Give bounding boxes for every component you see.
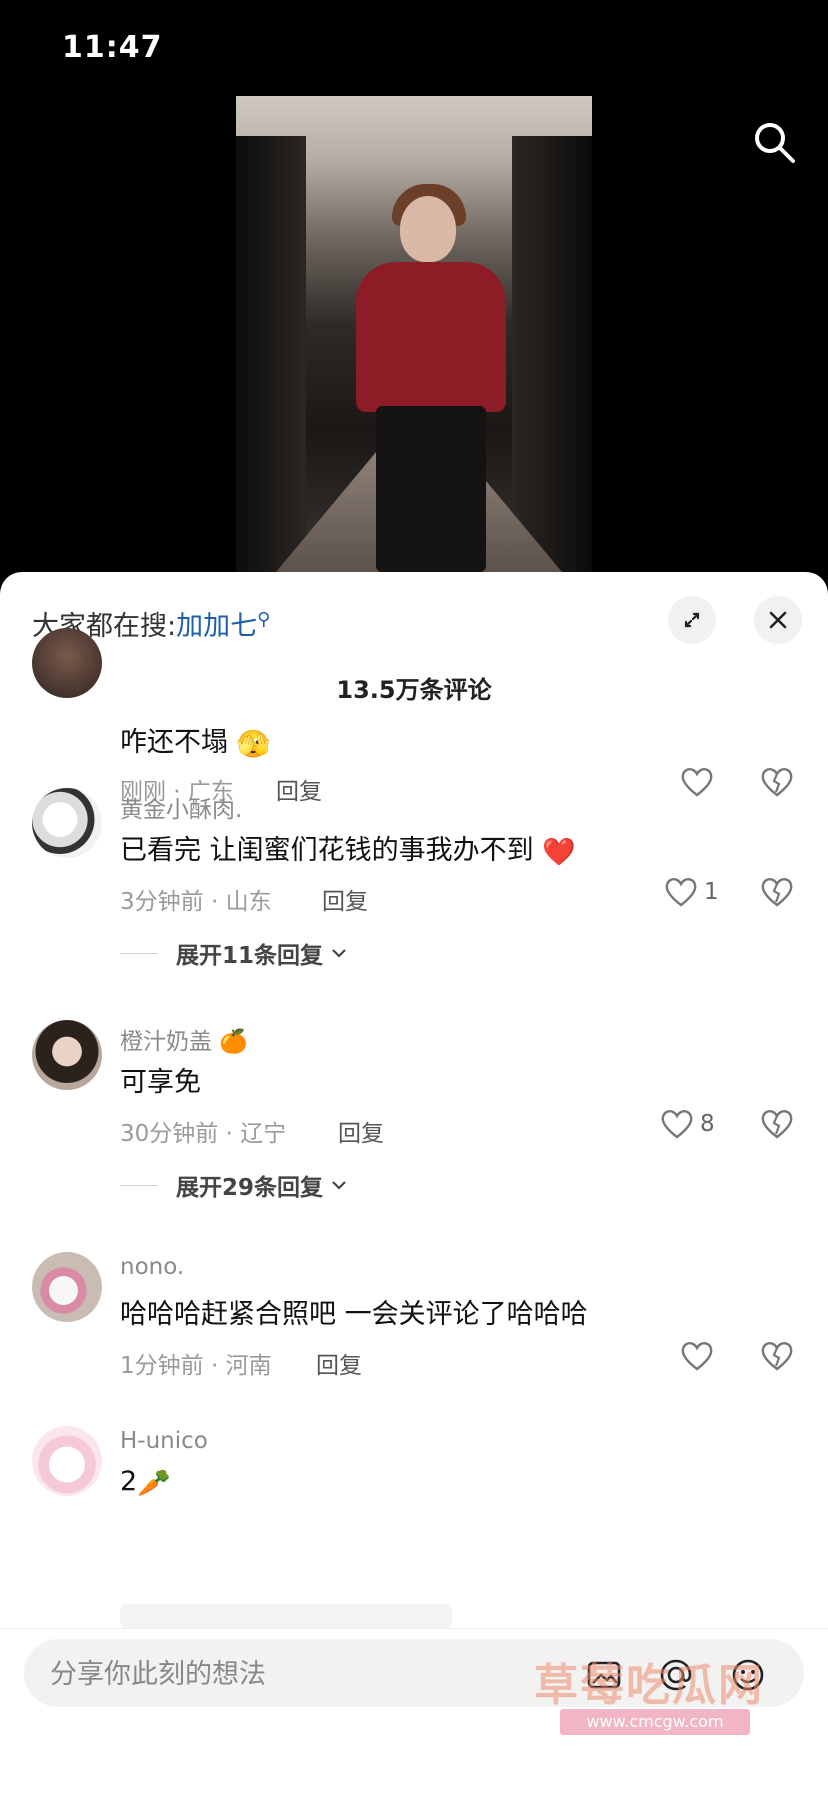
video-frame-wall: [236, 136, 306, 572]
comment-meta: 1分钟前 · 河南: [120, 1353, 272, 1379]
dislike-button[interactable]: [760, 1108, 794, 1144]
comment-image-thumbnail[interactable]: [120, 1604, 452, 1628]
like-button[interactable]: [680, 766, 714, 798]
comment-username[interactable]: nono.: [120, 1254, 184, 1280]
close-button[interactable]: [754, 596, 802, 644]
like-count: 8: [700, 1111, 715, 1137]
close-icon: [769, 611, 787, 629]
avatar[interactable]: [32, 1426, 102, 1496]
expand-replies-label: 展开29条回复: [176, 1175, 324, 1201]
comment-text-body: 2: [120, 1466, 138, 1497]
comment-text: 哈哈哈赶紧合照吧 一会关评论了哈哈哈: [120, 1299, 588, 1330]
comment-text: 可享免: [120, 1067, 201, 1098]
video-player[interactable]: [236, 96, 592, 572]
like-button[interactable]: [680, 1340, 714, 1372]
chevron-down-icon: [332, 949, 346, 958]
heart-emoji: ❤️: [542, 836, 576, 868]
username-text: 橙汁奶盖: [120, 1029, 212, 1055]
comment-text: 已看完 让闺蜜们花钱的事我办不到 ❤️: [120, 828, 576, 868]
comment-username[interactable]: H-unico: [120, 1428, 208, 1454]
watermark-url: www.cmcgw.com: [560, 1709, 750, 1735]
reply-button[interactable]: 回复: [316, 1346, 362, 1380]
video-frame-wall: [512, 136, 592, 572]
broken-heart-icon: [761, 1342, 793, 1371]
expand-replies-label: 展开11条回复: [176, 943, 324, 969]
heart-icon: [665, 878, 697, 907]
comment-text-body: 已看完 让闺蜜们花钱的事我办不到: [120, 835, 534, 866]
chevron-down-icon: [332, 1181, 346, 1190]
comment-panel: 大家都在搜:加加七⚲ 13.5万条评论 咋还不塌 🫣 刚刚 · 广东 回复 黄金…: [0, 572, 828, 1792]
comment-text: 咋还不塌 🫣: [120, 720, 270, 760]
expand-replies-button[interactable]: 展开11条回复: [120, 936, 349, 970]
comment-username[interactable]: 黄金小酥肉.: [120, 790, 242, 824]
video-person: [400, 196, 456, 262]
like-button[interactable]: 8: [660, 1108, 715, 1140]
like-count: 1: [704, 879, 719, 905]
search-icon: ⚲: [257, 609, 271, 630]
watermark: 草莓吃瓜网: [534, 1660, 764, 1711]
status-time: 11:47: [62, 30, 163, 65]
expand-button[interactable]: [668, 596, 716, 644]
comment-username[interactable]: 橙汁奶盖 🍊: [120, 1022, 248, 1056]
avatar[interactable]: [32, 628, 102, 698]
divider: [120, 1184, 158, 1186]
divider: [120, 952, 158, 954]
comment-input-bar: 草莓吃瓜网 www.cmcgw.com: [0, 1628, 828, 1793]
comment-text: 2🥕: [120, 1466, 171, 1499]
reply-button[interactable]: 回复: [322, 882, 368, 916]
emoji: 🫣: [236, 728, 271, 760]
carrot-emoji: 🥕: [137, 1467, 171, 1499]
video-person: [356, 262, 506, 412]
dislike-button[interactable]: [760, 766, 794, 802]
like-button[interactable]: 1: [664, 876, 719, 908]
video-person: [376, 406, 486, 572]
heart-icon: [681, 1342, 713, 1371]
hot-search-keyword[interactable]: 加加七: [176, 611, 257, 642]
avatar[interactable]: [32, 788, 102, 858]
comment-meta: 3分钟前 · 山东: [120, 889, 272, 915]
expand-replies-button[interactable]: 展开29条回复: [120, 1168, 349, 1202]
expand-icon: [684, 612, 700, 628]
avatar[interactable]: [32, 1020, 102, 1090]
comment-count: 13.5万条评论: [336, 676, 492, 704]
comment-meta: 30分钟前 · 辽宁: [120, 1121, 287, 1147]
search-icon[interactable]: [750, 118, 800, 168]
comment-input[interactable]: [48, 1639, 512, 1709]
reply-button[interactable]: 回复: [276, 772, 322, 806]
heart-icon: [681, 768, 713, 797]
orange-emoji: 🍊: [219, 1029, 248, 1055]
broken-heart-icon: [761, 768, 793, 797]
broken-heart-icon: [761, 878, 793, 907]
dislike-button[interactable]: [760, 876, 794, 912]
dislike-button[interactable]: [760, 1340, 794, 1376]
avatar[interactable]: [32, 1252, 102, 1322]
heart-icon: [661, 1110, 693, 1139]
broken-heart-icon: [761, 1110, 793, 1139]
comment-text-body: 咋还不塌: [120, 727, 228, 758]
reply-button[interactable]: 回复: [338, 1114, 384, 1148]
